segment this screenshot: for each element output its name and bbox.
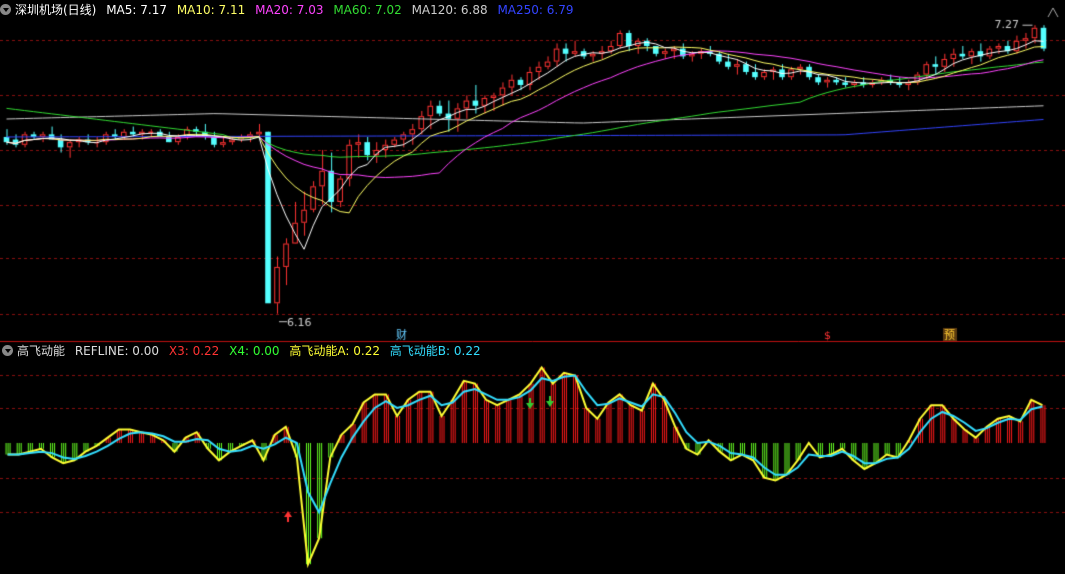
- ma20-legend: MA20: 7.03: [255, 3, 324, 17]
- x4-legend: X4: 0.00: [229, 344, 280, 358]
- ma5-legend: MA5: 7.17: [106, 3, 167, 17]
- panel-menu-icon[interactable]: [0, 4, 11, 15]
- refline-legend: REFLINE: 0.00: [74, 344, 160, 358]
- ma60-legend: MA60: 7.02: [333, 3, 402, 17]
- sub-panel-legend: 高飞动能 REFLINE: 0.00 X3: 0.22 X4: 0.00 高飞动…: [2, 342, 487, 360]
- main-panel-legend: 深圳机场(日线) MA5: 7.17 MA10: 7.11 MA20: 7.03…: [0, 1, 579, 19]
- x3-legend: X3: 0.22: [168, 344, 220, 358]
- ma10-legend: MA10: 7.11: [176, 3, 246, 17]
- main-panel-title: 深圳机场(日线): [15, 3, 97, 17]
- indicator-name: 高飞动能: [17, 344, 66, 358]
- sub-panel-menu-icon[interactable]: [2, 345, 13, 356]
- line-b-legend: 高飞动能B: 0.22: [389, 344, 481, 358]
- line-a-legend: 高飞动能A: 0.22: [289, 344, 380, 358]
- ma250-legend: MA250: 6.79: [497, 3, 574, 17]
- ma120-legend: MA120: 6.88: [411, 3, 488, 17]
- stock-chart-canvas[interactable]: [0, 0, 1065, 574]
